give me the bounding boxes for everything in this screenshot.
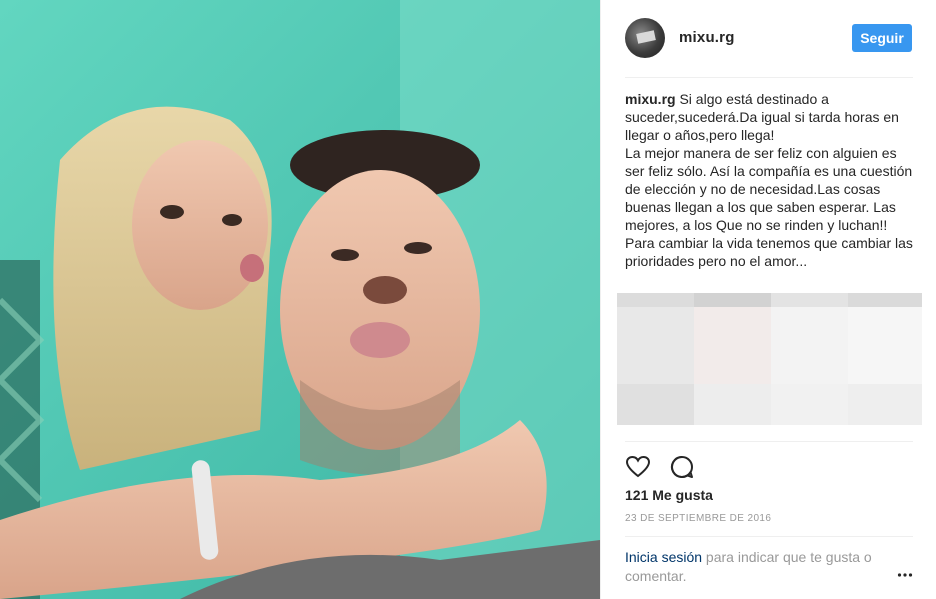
caption-author[interactable]: mixu.rg xyxy=(625,91,676,107)
heart-icon[interactable] xyxy=(625,454,651,480)
post-caption: mixu.rg Si algo está destinado a suceder… xyxy=(625,90,913,270)
caption-divider xyxy=(625,441,913,442)
post-date[interactable]: 23 de septiembre de 2016 xyxy=(625,513,771,524)
comment-icon[interactable] xyxy=(669,454,695,480)
login-link[interactable]: Inicia sesión xyxy=(625,549,702,565)
footer-divider xyxy=(625,536,913,537)
comment-placeholder-grid xyxy=(617,293,922,425)
post-actions xyxy=(625,454,709,480)
login-prompt: Inicia sesión para indicar que te gusta … xyxy=(625,548,895,586)
username[interactable]: mixu.rg xyxy=(679,29,735,46)
more-options-icon[interactable] xyxy=(897,566,913,577)
header-divider xyxy=(625,77,913,78)
post-photo xyxy=(0,0,600,599)
post-header: mixu.rg Seguir xyxy=(601,0,936,78)
caption-text: Si algo está destinado a suceder,suceder… xyxy=(625,91,913,269)
likes-count[interactable]: 121 Me gusta xyxy=(625,487,713,503)
post-panel: mixu.rg Seguir mixu.rg Si algo está dest… xyxy=(600,0,936,599)
profile-avatar[interactable] xyxy=(625,18,665,58)
follow-button[interactable]: Seguir xyxy=(852,24,912,52)
